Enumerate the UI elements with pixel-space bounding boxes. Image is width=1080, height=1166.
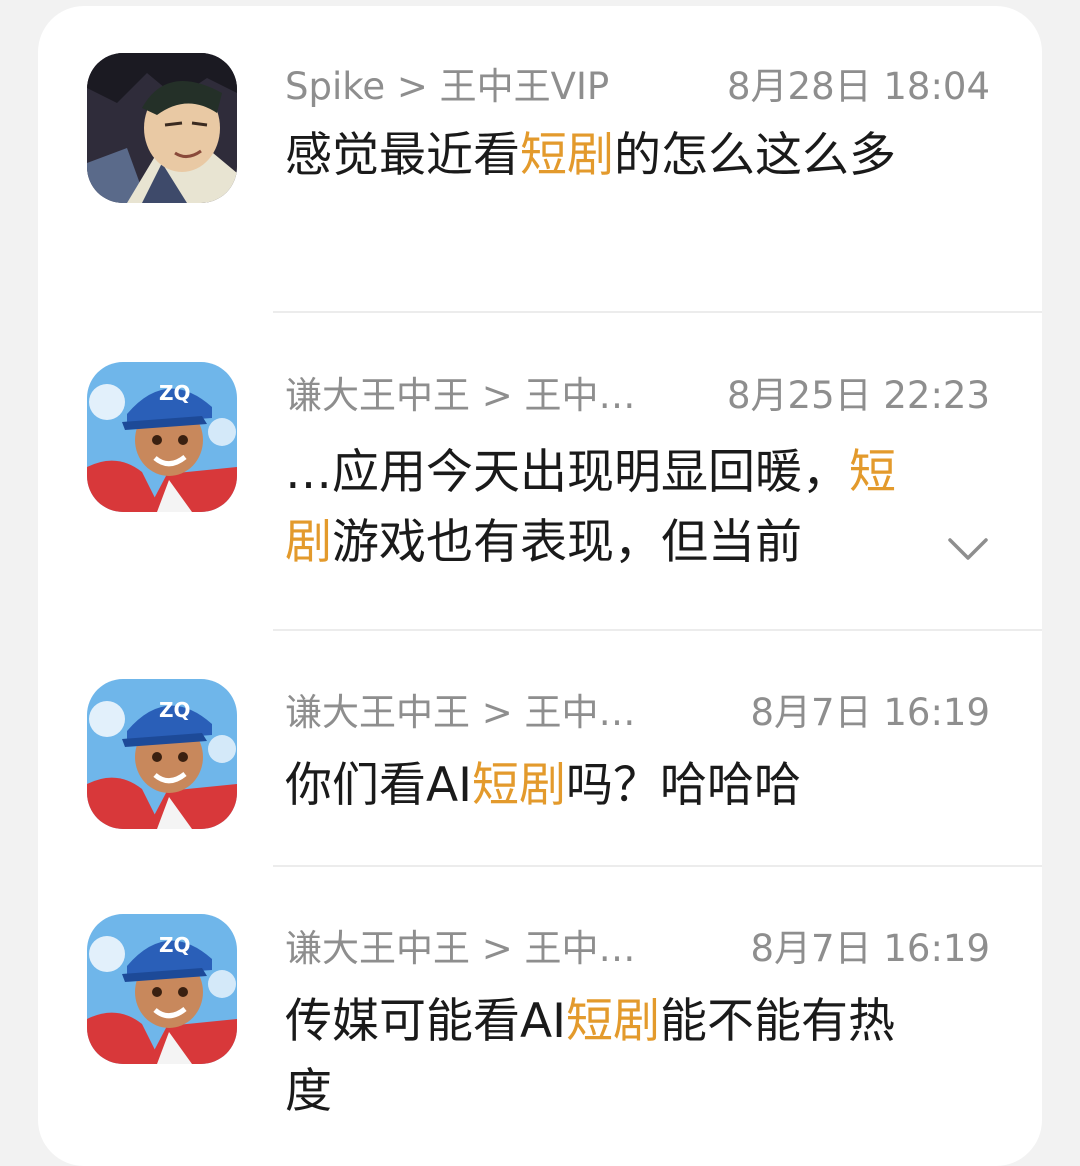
text-segment: 感觉最近看 — [285, 128, 520, 183]
avatar[interactable]: ZQ — [87, 914, 237, 1064]
sender-path: 谦大王中王 > 王中… — [285, 927, 636, 970]
cap-letters: ZQ — [159, 698, 191, 722]
message-text: 你们看AI短剧吗？哈哈哈 — [285, 751, 925, 821]
highlighted-keyword: 短剧 — [472, 758, 567, 813]
text-segment: 游戏也有表现，但当前 — [332, 515, 802, 570]
timestamp: 8月7日 16:19 — [750, 691, 990, 734]
message-meta: 谦大王中王 > 王中… 8月7日 16:19 — [285, 688, 990, 738]
cap-letters: ZQ — [159, 381, 191, 405]
message-item[interactable]: ZQ 谦大王中王 > 王中… 8月7日 16:19 传媒可能看AI短剧能不能有热… — [38, 867, 1042, 1147]
chevron-down-icon[interactable] — [946, 526, 990, 570]
message-text: …应用今天出现明显回暖，短剧游戏也有表现，但当前 — [285, 438, 925, 578]
timestamp: 8月25日 22:23 — [726, 374, 990, 417]
highlighted-keyword: 短剧 — [520, 128, 614, 183]
message-text: 感觉最近看短剧的怎么这么多 — [285, 121, 925, 191]
message-meta: 谦大王中王 > 王中… 8月25日 22:23 — [285, 371, 990, 421]
highlighted-keyword: 短剧 — [566, 994, 661, 1049]
message-item[interactable]: ZQ 谦大王中王 > 王中… 8月25日 22:23 …应用今天出现明显回暖，短… — [38, 313, 1042, 630]
timestamp: 8月7日 16:19 — [750, 927, 990, 970]
text-segment: 你们看AI — [285, 758, 473, 813]
sender-path: 谦大王中王 > 王中… — [285, 691, 636, 734]
message-item[interactable]: Spike > 王中王VIP 8月28日 18:04 感觉最近看短剧的怎么这么多 — [38, 6, 1042, 312]
cartoon-boy-cap-avatar-icon: ZQ — [87, 914, 237, 1064]
cartoon-boy-cap-avatar-icon: ZQ — [87, 362, 237, 512]
text-segment: 吗？哈哈哈 — [566, 758, 802, 813]
anime-man-avatar-icon — [87, 53, 237, 203]
message-text: 传媒可能看AI短剧能不能有热度 — [285, 987, 925, 1127]
search-results-card: Spike > 王中王VIP 8月28日 18:04 感觉最近看短剧的怎么这么多… — [38, 6, 1042, 1166]
text-segment: 的怎么这么多 — [614, 128, 896, 183]
avatar[interactable]: ZQ — [87, 679, 237, 829]
message-item[interactable]: ZQ 谦大王中王 > 王中… 8月7日 16:19 你们看AI短剧吗？哈哈哈 — [38, 631, 1042, 866]
avatar[interactable]: ZQ — [87, 362, 237, 512]
avatar[interactable] — [87, 53, 237, 203]
timestamp: 8月28日 18:04 — [726, 65, 990, 108]
message-meta: 谦大王中王 > 王中… 8月7日 16:19 — [285, 924, 990, 974]
text-segment: 传媒可能看AI — [285, 994, 567, 1049]
cap-letters: ZQ — [159, 933, 191, 957]
sender-path: Spike > 王中王VIP — [285, 65, 610, 108]
message-meta: Spike > 王中王VIP 8月28日 18:04 — [285, 62, 990, 112]
sender-path: 谦大王中王 > 王中… — [285, 374, 636, 417]
cartoon-boy-cap-avatar-icon: ZQ — [87, 679, 237, 829]
text-segment: …应用今天出现明显回暖， — [285, 445, 849, 500]
